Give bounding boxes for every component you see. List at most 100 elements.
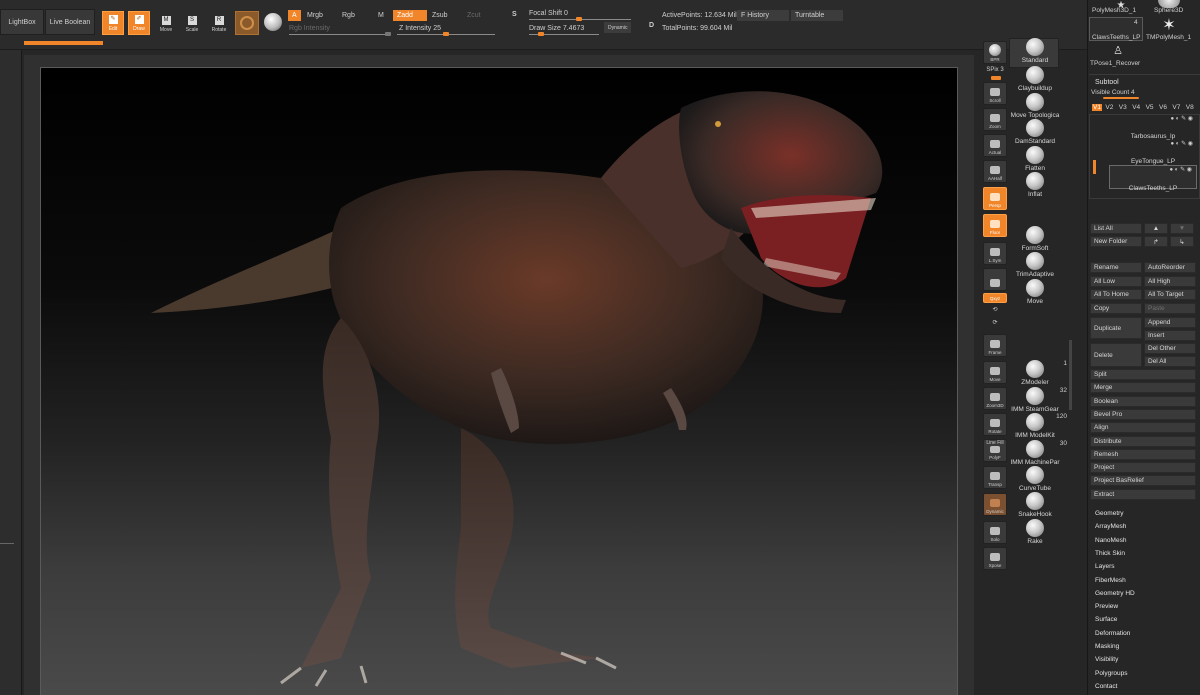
rename-button[interactable]: Rename xyxy=(1090,262,1142,273)
material-swatch[interactable] xyxy=(235,11,259,35)
brush-item[interactable]: SnakeHook xyxy=(1003,492,1067,519)
turntable-button[interactable]: Turntable xyxy=(791,10,843,21)
mrgb-button[interactable]: Mrgb xyxy=(303,10,327,21)
list-all-button[interactable]: List All xyxy=(1090,223,1142,234)
subtool-action-button[interactable]: Remesh xyxy=(1090,448,1196,460)
tool-submenu[interactable]: Polygroups xyxy=(1095,670,1128,677)
document-canvas[interactable] xyxy=(40,67,958,695)
tool-submenu[interactable]: Surface xyxy=(1095,616,1117,623)
brush-item[interactable]: IMM SteamGear 32 xyxy=(1003,387,1067,414)
subtool-action-button[interactable]: Align xyxy=(1090,422,1196,434)
move-up-button[interactable]: ↱ xyxy=(1144,236,1168,247)
tool-submenu[interactable]: Geometry xyxy=(1095,510,1124,517)
subtool-visibility-icons[interactable]: ● ◐ ✎ ◉ xyxy=(1109,140,1197,150)
zcut-button[interactable]: Zcut xyxy=(463,10,485,21)
version-tab[interactable]: V6 xyxy=(1159,104,1167,111)
subtool-item[interactable]: ● ◐ ✎ ◉ Tarbosaurus_lp xyxy=(1109,115,1197,140)
tool-submenu[interactable]: Deformation xyxy=(1095,630,1130,637)
brush-scrollbar[interactable] xyxy=(1069,340,1072,410)
tmpoly-star-icon[interactable]: ✶ xyxy=(1158,17,1180,35)
brush-item[interactable]: Move Topologica xyxy=(1003,93,1067,120)
all-low-button[interactable]: All Low xyxy=(1090,276,1142,287)
scale-button[interactable]: S Scale xyxy=(181,11,203,35)
brush-item[interactable]: Rake xyxy=(1003,519,1067,546)
zadd-button[interactable]: Zadd xyxy=(393,10,427,21)
tool-submenu[interactable]: Masking xyxy=(1095,643,1119,650)
brush-item[interactable]: Standard xyxy=(1003,38,1067,65)
tpose-figure-icon[interactable]: ♙ xyxy=(1113,43,1123,59)
brush-item[interactable]: Flatten xyxy=(1003,146,1067,173)
tool-submenu[interactable]: Visibility xyxy=(1095,656,1118,663)
tpose-thumb-label[interactable]: TPose1_Recover xyxy=(1090,60,1140,67)
m-button[interactable]: M xyxy=(374,10,388,21)
tool-submenu[interactable]: Geometry HD xyxy=(1095,590,1135,597)
subtool-action-button[interactable]: Bevel Pro xyxy=(1090,408,1196,420)
insert-button[interactable]: Insert xyxy=(1144,330,1196,341)
brush-item[interactable]: Inflat xyxy=(1003,172,1067,199)
subtool-action-button[interactable]: Project BasRelief xyxy=(1090,475,1196,487)
subtool-title[interactable]: Subtool xyxy=(1095,79,1119,86)
edit-button[interactable]: ✎ Edit xyxy=(102,11,124,35)
brush-item[interactable]: DamStandard xyxy=(1003,119,1067,146)
visible-count-label[interactable]: Visible Count 4 xyxy=(1091,89,1135,96)
version-tab[interactable]: V3 xyxy=(1119,104,1127,111)
rgb-intensity-knob[interactable] xyxy=(385,32,391,36)
arrow-up-button[interactable]: ▲ xyxy=(1144,223,1168,234)
move-down-button[interactable]: ↳ xyxy=(1170,236,1194,247)
sphere-thumb-label[interactable]: Sphere3D xyxy=(1154,7,1183,14)
version-tab[interactable]: V2 xyxy=(1105,104,1113,111)
brush-item[interactable]: ZModeler 1 xyxy=(1003,360,1067,387)
draw-button[interactable]: ✐ Draw xyxy=(128,11,150,35)
live-boolean-button[interactable]: Live Boolean xyxy=(45,9,95,35)
polymesh-thumb-label[interactable]: PolyMesh3D_1 xyxy=(1092,7,1136,14)
brush-item[interactable]: FormSoft xyxy=(1003,226,1067,253)
texture-sphere-icon[interactable] xyxy=(264,13,282,31)
frame-button[interactable]: Frame xyxy=(983,334,1007,357)
focal-shift-knob[interactable] xyxy=(576,17,582,21)
tool-submenu[interactable]: ArrayMesh xyxy=(1095,523,1126,530)
version-tab[interactable]: V4 xyxy=(1132,104,1140,111)
rgb-button[interactable]: Rgb xyxy=(338,10,359,21)
version-tab[interactable]: V1 xyxy=(1092,104,1102,111)
subtool-visibility-icons[interactable]: ● ◐ ✎ ◉ xyxy=(1110,166,1196,176)
arrow-down-button[interactable]: ▼ xyxy=(1170,223,1194,234)
xpose-button[interactable]: Xpose xyxy=(983,547,1007,570)
subtool-action-button[interactable]: Split xyxy=(1090,369,1196,380)
tool-submenu[interactable]: Layers xyxy=(1095,563,1115,570)
f-history-button[interactable]: F History xyxy=(737,10,789,21)
version-tab[interactable]: V5 xyxy=(1146,104,1154,111)
brush-item[interactable]: CurveTube xyxy=(1003,466,1067,493)
subtool-item[interactable]: ● ◐ ✎ ◉ EyeTongue_LP xyxy=(1109,140,1197,165)
draw-size-knob[interactable] xyxy=(538,32,544,36)
brush-item[interactable]: IMM MachinePar 30 xyxy=(1003,440,1067,467)
duplicate-button[interactable]: Duplicate xyxy=(1090,317,1142,339)
subtool-action-button[interactable]: Project xyxy=(1090,462,1196,474)
new-folder-button[interactable]: New Folder xyxy=(1090,236,1142,247)
lightbox-button[interactable]: LightBox xyxy=(0,9,44,35)
subtool-action-button[interactable]: Merge xyxy=(1090,382,1196,394)
rotate-y-icon[interactable]: ⟲ xyxy=(983,306,1007,313)
visible-count-slider[interactable] xyxy=(1103,97,1139,99)
rgb-intensity-slider[interactable] xyxy=(289,34,389,35)
subtool-list-scroll[interactable] xyxy=(1093,160,1096,174)
brush-item[interactable]: Move xyxy=(1003,279,1067,306)
version-tab[interactable]: V8 xyxy=(1186,104,1194,111)
z-intensity-knob[interactable] xyxy=(443,32,449,36)
brush-item[interactable]: TrimAdaptive xyxy=(1003,252,1067,279)
paste-button[interactable]: Paste xyxy=(1144,303,1196,314)
tool-submenu[interactable]: Contact xyxy=(1095,683,1117,690)
del-all-button[interactable]: Del All xyxy=(1144,356,1196,367)
rotate-button[interactable]: R Rotate xyxy=(208,11,230,35)
copy-button[interactable]: Copy xyxy=(1090,303,1142,314)
rotate-z-icon[interactable]: ⟳ xyxy=(983,319,1007,326)
tool-submenu[interactable]: FiberMesh xyxy=(1095,577,1126,584)
delete-button[interactable]: Delete xyxy=(1090,343,1142,367)
tool-submenu[interactable]: Thick Skin xyxy=(1095,550,1125,557)
subtool-action-button[interactable]: Extract xyxy=(1090,488,1196,500)
version-tab[interactable]: V7 xyxy=(1172,104,1180,111)
tool-submenu[interactable]: NanoMesh xyxy=(1095,537,1126,544)
all-high-button[interactable]: All High xyxy=(1144,276,1196,287)
all-to-target-button[interactable]: All To Target xyxy=(1144,289,1196,300)
subtool-visibility-icons[interactable]: ● ◐ ✎ ◉ xyxy=(1109,115,1197,125)
all-to-home-button[interactable]: All To Home xyxy=(1090,289,1142,300)
